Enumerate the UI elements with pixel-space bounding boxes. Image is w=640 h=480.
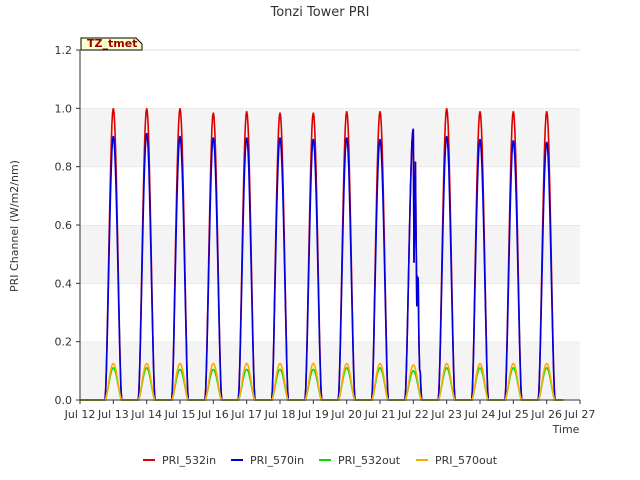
y-tick-label: 1.2 (55, 44, 73, 57)
x-tick-label: Jul 19 (297, 408, 329, 421)
x-tick-label: Jul 18 (264, 408, 296, 421)
x-tick-label: Jul 23 (430, 408, 462, 421)
plot-band (80, 50, 580, 109)
x-tick-label: Jul 16 (197, 408, 229, 421)
plot-band (80, 108, 580, 167)
legend-label: PRI_532out (338, 454, 401, 467)
legend-label: PRI_570out (435, 454, 498, 467)
plot-band (80, 225, 580, 284)
badge: TZ_tmet (80, 37, 143, 51)
badge-label: TZ_tmet (87, 37, 137, 50)
x-tick-label: Jul 20 (330, 408, 362, 421)
y-tick-label: 1.0 (55, 102, 73, 115)
legend-label: PRI_532in (162, 454, 216, 467)
y-tick-label: 0.0 (55, 394, 73, 407)
x-tick-label: Jul 14 (130, 408, 162, 421)
legend: PRI_532in PRI_570in PRI_532out PRI_570out (143, 454, 498, 467)
y-axis-label: PRI Channel (W/m2/nm) (8, 160, 21, 292)
y-tick-label: 0.6 (55, 219, 73, 232)
x-tick-label: Jul 27 (564, 408, 596, 421)
plot-band (80, 166, 580, 225)
y-tick-label: 0.4 (55, 277, 73, 290)
x-tick-label: Jul 21 (364, 408, 396, 421)
legend-label: PRI_570in (250, 454, 304, 467)
x-tick-label: Jul 22 (397, 408, 429, 421)
x-tick-label: Jul 24 (464, 408, 496, 421)
x-tick-label: Jul 26 (530, 408, 562, 421)
y-tick-label: 0.8 (55, 161, 73, 174)
x-tick-label: Jul 13 (97, 408, 129, 421)
x-tick-label: Jul 25 (497, 408, 529, 421)
chart-title: Tonzi Tower PRI (270, 5, 370, 20)
chart: Tonzi Tower PRI Jul 12 Jul 13 Jul 14 Jul 15… (8, 5, 596, 467)
plot-band (80, 283, 580, 342)
x-axis-label: Time (552, 423, 580, 436)
x-tick-label: Jul 17 (230, 408, 262, 421)
x-tick-label: Jul 12 (64, 408, 96, 421)
y-tick-label: 0.2 (55, 336, 73, 349)
plot-background (80, 49, 580, 400)
x-tick-label: Jul 15 (164, 408, 196, 421)
